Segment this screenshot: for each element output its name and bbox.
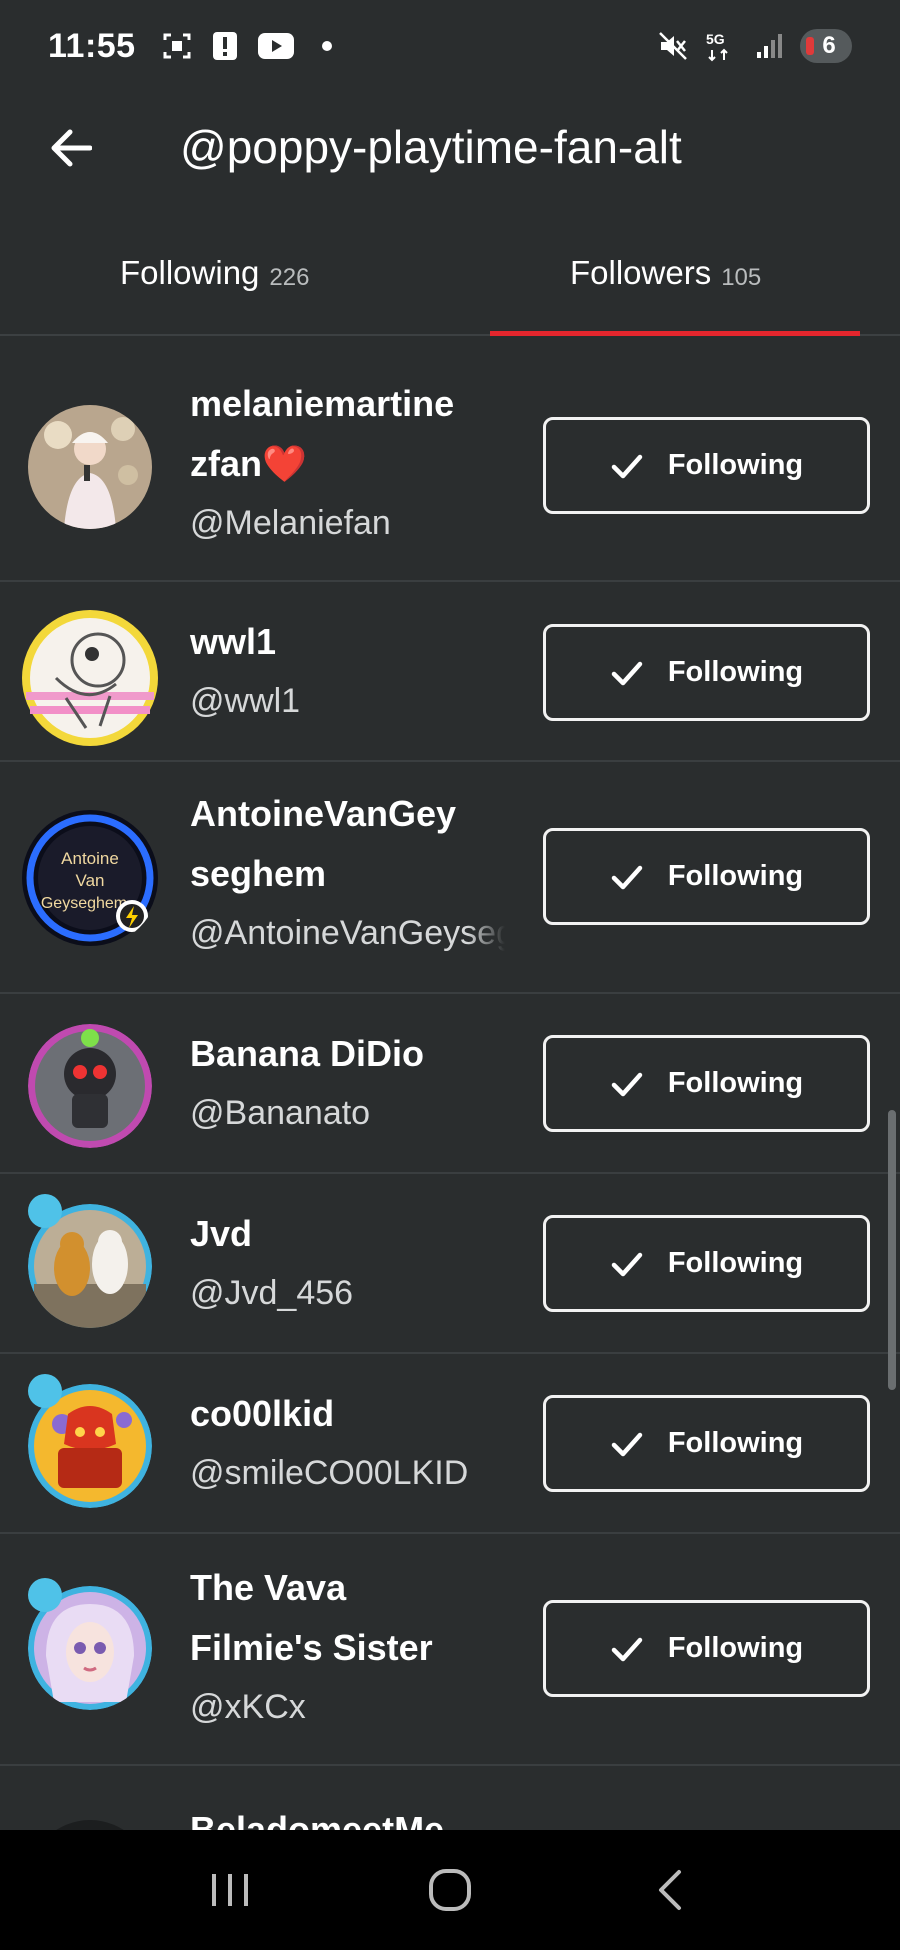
status-notification-icons — [162, 31, 342, 61]
avatar-badge-icon — [28, 1194, 62, 1228]
signal-icon — [754, 31, 784, 61]
checkmark-icon — [611, 454, 643, 478]
checkmark-icon — [611, 865, 643, 889]
avatar[interactable] — [28, 405, 152, 529]
avatar-text-line2: Van — [76, 871, 105, 890]
user-info: AntoineVanGeyseghem @AntoineVanGeyseghem — [190, 784, 505, 962]
user-info: The Vava Filmie's Sister @xKCx — [190, 1558, 505, 1736]
page-title: @poppy-playtime-fan-alt — [180, 121, 682, 173]
following-button-label: Following — [667, 1632, 804, 1664]
tab-followers[interactable]: Followers 105 — [570, 224, 761, 336]
battery-level: 6 — [822, 32, 836, 59]
following-button[interactable]: Following — [543, 624, 870, 721]
checkmark-icon — [611, 1432, 643, 1456]
list-item[interactable]: Jvd @Jvd_456 Following — [0, 1174, 900, 1354]
user-info: Jvd @Jvd_456 — [190, 1204, 505, 1322]
checkmark-icon — [611, 1637, 643, 1661]
avatar[interactable] — [20, 608, 160, 748]
recents-button[interactable] — [190, 1850, 270, 1930]
arrow-left-icon — [51, 129, 92, 167]
list-item[interactable]: wwl1 @wwl1 Following — [0, 582, 900, 762]
scrollbar[interactable] — [888, 1110, 896, 1390]
tab-bar: Following 226 Followers 105 — [0, 224, 900, 336]
tab-following[interactable]: Following 226 — [120, 224, 309, 336]
display-name: BeladomeetMe — [190, 1809, 445, 1830]
home-icon — [429, 1869, 471, 1911]
user-info: wwl1 @wwl1 — [190, 612, 505, 730]
checkmark-icon — [611, 1252, 643, 1276]
alert-icon — [210, 31, 240, 61]
username: @wwl1 — [190, 682, 301, 720]
avatar[interactable] — [28, 1820, 152, 1830]
avatar[interactable]: Antoine Van Geyseghem — [20, 808, 160, 948]
system-back-button[interactable] — [630, 1850, 710, 1930]
home-button[interactable] — [410, 1850, 490, 1930]
following-button[interactable]: Following — [543, 828, 870, 925]
following-button[interactable]: Following — [543, 1215, 870, 1312]
status-time: 11:55 — [48, 26, 136, 65]
avatar-text-line1: Antoine — [61, 849, 119, 868]
active-tab-indicator — [490, 331, 860, 336]
tab-count: 105 — [721, 264, 762, 291]
following-button-label: Following — [667, 449, 804, 481]
user-info: Banana DiDio @Bananato — [190, 1024, 505, 1142]
following-button-label: Following — [667, 1067, 804, 1099]
following-button-label: Following — [667, 1247, 804, 1279]
dot-icon — [312, 31, 342, 61]
system-navigation-bar — [0, 1830, 900, 1950]
back-button[interactable] — [40, 118, 100, 178]
followers-list[interactable]: melaniemartine zfan❤️ @Melaniefan Followi… — [0, 352, 900, 1830]
checkmark-icon — [611, 1072, 643, 1096]
list-item[interactable]: Antoine Van Geyseghem AntoineVanGey seghe… — [0, 762, 900, 994]
user-info: BeladomeetMe — [190, 1800, 505, 1830]
username: @Bananato — [190, 1094, 371, 1132]
mute-icon — [658, 31, 688, 61]
user-info: co00lkid @smileCO00LKID — [190, 1384, 505, 1502]
top-app-bar: @poppy-playtime-fan-alt — [0, 92, 900, 202]
username: @smileCO00LKID — [190, 1454, 469, 1492]
list-item[interactable]: BeladomeetMe — [0, 1766, 900, 1830]
username: @Jvd_456 — [190, 1274, 354, 1312]
5g-icon: 5G — [704, 31, 738, 62]
tab-label: Following — [120, 254, 260, 291]
display-name: AntoineVanGey seghem — [190, 793, 457, 894]
list-item[interactable]: The Vava Filmie's Sister @xKCx Following — [0, 1534, 900, 1766]
display-name: Jvd — [190, 1213, 253, 1254]
recents-icon — [212, 1874, 248, 1906]
tab-label: Followers — [570, 254, 712, 291]
display-name: wwl1 — [190, 621, 277, 662]
list-item[interactable]: co00lkid @smileCO00LKID Following — [0, 1354, 900, 1534]
username: @xKCx — [190, 1688, 306, 1726]
status-bar: 11:55 5G 6 — [0, 0, 900, 92]
following-button-label: Following — [667, 656, 804, 688]
user-info: melaniemartine zfan❤️ @Melaniefan — [190, 374, 505, 552]
list-item[interactable]: melaniemartine zfan❤️ @Melaniefan Followi… — [0, 352, 900, 582]
tab-count: 226 — [269, 264, 310, 291]
youtube-icon — [257, 31, 294, 61]
display-name: Banana DiDio — [190, 1033, 425, 1074]
avatar-badge-icon — [28, 1578, 62, 1612]
network-label: 5G — [706, 31, 725, 47]
list-item[interactable]: Banana DiDio @Bananato Following — [0, 994, 900, 1174]
avatar-text-line3: Geyseghem — [41, 895, 127, 912]
following-button[interactable]: Following — [543, 1395, 870, 1492]
following-button-label: Following — [667, 860, 804, 892]
checkmark-icon — [611, 661, 643, 685]
following-button[interactable]: Following — [543, 417, 870, 514]
following-button[interactable]: Following — [543, 1035, 870, 1132]
display-name: melaniemartine zfan❤️ — [190, 383, 455, 484]
display-name: co00lkid — [190, 1393, 335, 1434]
screenshot-icon — [162, 31, 192, 61]
avatar[interactable] — [28, 1024, 152, 1148]
status-system-icons: 5G 6 — [658, 29, 852, 63]
username: @AntoineVanGeyseghem — [190, 914, 505, 952]
battery-low-icon — [806, 37, 814, 55]
following-button[interactable]: Following — [543, 1600, 870, 1697]
following-button-label: Following — [667, 1427, 804, 1459]
battery-indicator: 6 — [800, 29, 852, 63]
username: @Melaniefan — [190, 504, 391, 542]
avatar-badge-icon — [28, 1374, 62, 1408]
back-icon — [659, 1870, 681, 1910]
display-name: The Vava Filmie's Sister — [190, 1567, 433, 1668]
